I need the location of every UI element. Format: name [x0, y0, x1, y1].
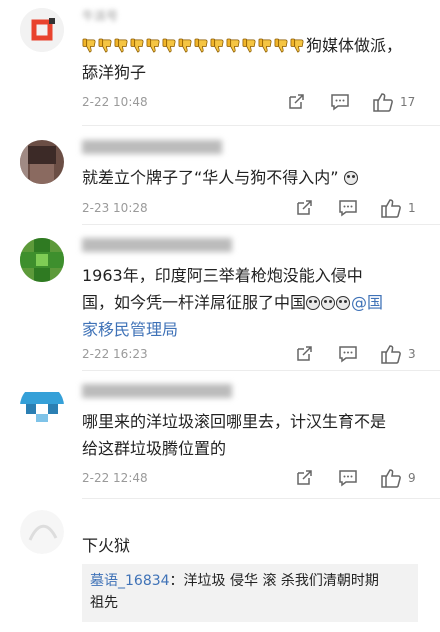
share-icon[interactable]: [286, 92, 308, 112]
thumbs-down-emoji-icon: [114, 38, 128, 53]
username[interactable]: [82, 384, 232, 398]
comment-text-line: 狗媒体做派，: [306, 36, 403, 55]
comment-text-line: 舔洋狗子: [82, 63, 147, 82]
comment-text: 哪里来的洋垃圾滚回哪里去，计汉生育不是 给这群垃圾腾位置的: [82, 408, 422, 462]
like-icon[interactable]: [380, 198, 402, 218]
comment-text: 下火狱: [82, 532, 422, 559]
comment-icon[interactable]: [338, 344, 360, 364]
username[interactable]: [82, 140, 222, 154]
comment-time: 2-22 16:23: [82, 347, 148, 361]
comment-text-line: 就差立个牌子了“华人与狗不得入内”: [82, 168, 339, 187]
thumbs-down-emoji-icon: [242, 38, 256, 53]
reply-preview[interactable]: 墓语_16834：洋垃圾 侵华 滚 杀我们清朝时期 祖先: [82, 564, 418, 622]
comment-footer: 2-22 12:48 9: [82, 468, 422, 488]
comment-text: 就差立个牌子了“华人与狗不得入内”: [82, 164, 422, 191]
avatar[interactable]: [20, 8, 64, 52]
reply-author[interactable]: 墓语_16834: [90, 573, 170, 589]
share-icon[interactable]: [294, 344, 316, 364]
like-icon[interactable]: [372, 92, 394, 112]
comment-text-line: 哪里来的洋垃圾滚回哪里去，计汉生育不是: [82, 412, 387, 431]
laughing-emoji-icon: [306, 296, 321, 310]
thumbs-down-emoji-icon: [162, 38, 176, 53]
comment-text-line: 给这群垃圾腾位置的: [82, 439, 227, 458]
comment-text-line: 1963年，印度阿三举着枪炮没能入侵中: [82, 266, 363, 285]
comment-footer: 2-22 10:48 17: [82, 92, 422, 112]
like-icon[interactable]: [380, 468, 402, 488]
username[interactable]: [82, 510, 202, 526]
reply-text: ：洋垃圾 侵华 滚 杀我们清朝时期: [169, 573, 379, 589]
comment-line-1: 狗媒体做派，: [82, 32, 422, 59]
comment-icon[interactable]: [330, 92, 352, 112]
comment-time: 2-22 10:48: [82, 95, 148, 109]
mention-link[interactable]: 家移民管理局: [82, 316, 422, 343]
comment-text-line: 下火狱: [82, 536, 131, 555]
like-count: 1: [408, 201, 416, 215]
thumbs-down-emoji-icon: [194, 38, 208, 53]
comment-feed: 牛派号 狗媒体做派， 舔洋狗子 2-22 10:48 17 就差立个牌子了“华人…: [0, 0, 440, 632]
like-count: 17: [400, 95, 416, 109]
reply-line-1: 墓语_16834：洋垃圾 侵华 滚 杀我们清朝时期: [90, 570, 410, 592]
thumbs-down-emoji-icon: [226, 38, 240, 53]
comment-icon[interactable]: [338, 198, 360, 218]
comment-time: 2-22 12:48: [82, 471, 148, 485]
avatar[interactable]: [20, 384, 64, 428]
thumbs-down-emoji-icon: [178, 38, 192, 53]
thumbs-down-emoji-icon: [274, 38, 288, 53]
comment-text-line: 国，如今凭一杆洋屌征服了中国: [82, 293, 307, 312]
comment-footer: 2-22 16:23 3: [82, 344, 422, 364]
thumbs-down-emoji-icon: [82, 38, 96, 53]
thumbs-down-emoji-icon: [258, 38, 272, 53]
comment-time: 2-23 10:28: [82, 201, 148, 215]
reply-text: 祖先: [90, 595, 118, 611]
mention-link[interactable]: @国: [351, 293, 383, 312]
comment-icon[interactable]: [338, 468, 360, 488]
share-icon[interactable]: [294, 198, 316, 218]
thumbs-down-emoji-icon: [130, 38, 144, 53]
laughing-emoji-icon: [336, 296, 351, 310]
username[interactable]: 牛派号: [82, 8, 118, 24]
comment-footer: 2-23 10:28 1: [82, 198, 422, 218]
divider: [82, 125, 440, 126]
comment-text: 1963年，印度阿三举着枪炮没能入侵中 国，如今凭一杆洋屌征服了中国 @国 家移民…: [82, 262, 422, 343]
comment-text: 狗媒体做派， 舔洋狗子: [82, 32, 422, 86]
thumbs-down-emoji-row: [82, 36, 306, 55]
laughing-emoji-icon: [343, 171, 358, 185]
avatar[interactable]: [20, 510, 64, 554]
like-icon[interactable]: [380, 344, 402, 364]
like-count: 9: [408, 471, 416, 485]
thumbs-down-emoji-icon: [98, 38, 112, 53]
share-icon[interactable]: [294, 468, 316, 488]
divider: [82, 224, 440, 225]
comment-line-2: 国，如今凭一杆洋屌征服了中国 @国: [82, 289, 422, 316]
like-count: 3: [408, 347, 416, 361]
comment-line-1: 就差立个牌子了“华人与狗不得入内”: [82, 164, 422, 191]
avatar[interactable]: [20, 238, 64, 282]
divider: [82, 498, 440, 499]
divider: [82, 370, 440, 371]
thumbs-down-emoji-icon: [210, 38, 224, 53]
thumbs-down-emoji-icon: [290, 38, 304, 53]
laughing-emoji-icon: [321, 296, 336, 310]
thumbs-down-emoji-icon: [146, 38, 160, 53]
username[interactable]: [82, 238, 232, 252]
avatar[interactable]: [20, 140, 64, 184]
